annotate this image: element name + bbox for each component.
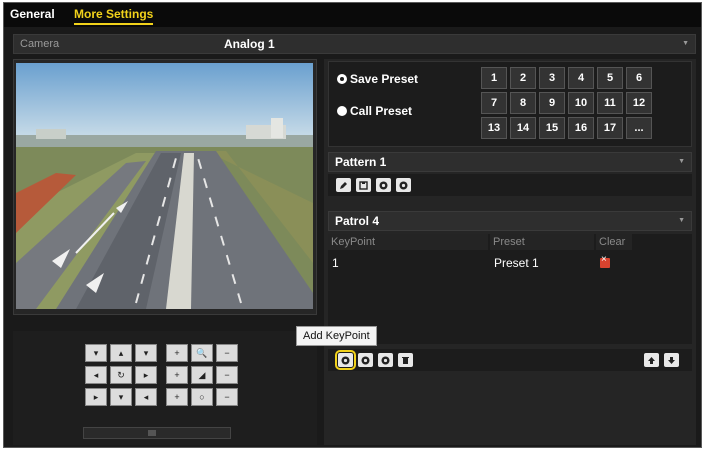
edit-icon bbox=[340, 181, 347, 189]
highway-scene-image bbox=[16, 63, 313, 309]
stop-icon bbox=[381, 356, 390, 364]
ptz-down-right-button[interactable]: ◂ bbox=[135, 388, 157, 406]
arrow-up-icon bbox=[648, 356, 655, 364]
preset-panel: Save Preset Call Preset 1 2 3 4 5 6 7 8 9 10 11 12 1… bbox=[328, 61, 692, 147]
zoom-out-button[interactable]: − bbox=[216, 344, 238, 362]
column-header-clear: Clear bbox=[596, 234, 632, 250]
preset-number-button[interactable]: 14 bbox=[510, 117, 536, 139]
save-icon bbox=[359, 180, 368, 190]
column-header-preset: Preset bbox=[490, 234, 594, 250]
preset-number-button[interactable]: 7 bbox=[481, 92, 507, 114]
keypoint-cell: 1 bbox=[332, 256, 339, 270]
preset-number-button[interactable]: 10 bbox=[568, 92, 594, 114]
ptz-auto-button[interactable]: ↻ bbox=[110, 366, 132, 384]
preset-number-button[interactable]: 9 bbox=[539, 92, 565, 114]
preset-number-button[interactable]: 16 bbox=[568, 117, 594, 139]
ptz-right-button[interactable]: ▸ bbox=[135, 366, 157, 384]
trash-icon bbox=[402, 356, 409, 364]
preset-number-button[interactable]: 3 bbox=[539, 67, 565, 89]
add-keypoint-button[interactable] bbox=[335, 350, 356, 370]
preset-cell: Preset 1 bbox=[494, 256, 539, 270]
ptz-up-button[interactable]: ▴ bbox=[110, 344, 132, 362]
zoom-icon-button[interactable]: 🔍 bbox=[191, 344, 213, 362]
patrol-toolbar bbox=[328, 349, 692, 371]
save-preset-radio[interactable]: Save Preset bbox=[337, 72, 418, 86]
column-header-keypoint: KeyPoint bbox=[328, 234, 488, 250]
move-up-button[interactable] bbox=[644, 353, 659, 367]
pattern-value: Pattern 1 bbox=[335, 155, 387, 169]
ptz-control-panel: ▾ ▴ ▾ + 🔍 − ◂ ↻ ▸ + ◢ − ▸ ▾ ◂ + ○ − bbox=[13, 331, 317, 445]
preset-number-button[interactable]: 12 bbox=[626, 92, 652, 114]
iris-out-button[interactable]: − bbox=[216, 388, 238, 406]
stop-patrol-button[interactable] bbox=[378, 353, 393, 367]
radio-selected-icon bbox=[337, 74, 347, 84]
ptz-down-button[interactable]: ▾ bbox=[110, 388, 132, 406]
preset-number-button[interactable]: 17 bbox=[597, 117, 623, 139]
edit-pattern-button[interactable] bbox=[336, 178, 351, 192]
preset-number-button[interactable]: 13 bbox=[481, 117, 507, 139]
focus-icon-button[interactable]: ◢ bbox=[191, 366, 213, 384]
focus-out-button[interactable]: − bbox=[216, 366, 238, 384]
iris-in-button[interactable]: + bbox=[166, 388, 188, 406]
camera-select[interactable]: Camera Analog 1 ▼ bbox=[13, 34, 696, 54]
chevron-down-icon: ▼ bbox=[682, 40, 689, 47]
ptz-down-left-button[interactable]: ▸ bbox=[85, 388, 107, 406]
preset-number-button[interactable]: 4 bbox=[568, 67, 594, 89]
camera-label: Camera bbox=[20, 38, 60, 50]
preset-number-button[interactable]: 1 bbox=[481, 67, 507, 89]
preset-number-button[interactable]: 8 bbox=[510, 92, 536, 114]
zoom-in-button[interactable]: + bbox=[166, 344, 188, 362]
add-keypoint-icon bbox=[341, 356, 350, 364]
ptz-settings-window: General More Settings Camera Analog 1 ▼ bbox=[3, 2, 702, 448]
stop-icon bbox=[399, 181, 408, 189]
patrol-keypoint-table: KeyPoint Preset Clear 1 Preset 1 bbox=[328, 234, 692, 344]
iris-icon-button[interactable]: ○ bbox=[191, 388, 213, 406]
camera-value: Analog 1 bbox=[224, 37, 275, 51]
preset-number-button[interactable]: 2 bbox=[510, 67, 536, 89]
delete-keypoint-icon[interactable] bbox=[600, 254, 610, 268]
ptz-up-left-button[interactable]: ▾ bbox=[85, 344, 107, 362]
patrol-select[interactable]: Patrol 4 ▼ bbox=[328, 211, 692, 231]
arrow-down-icon bbox=[668, 356, 675, 364]
pattern-toolbar bbox=[328, 174, 692, 196]
chevron-down-icon: ▼ bbox=[678, 158, 685, 165]
slider-thumb[interactable] bbox=[148, 430, 156, 436]
ptz-speed-slider[interactable] bbox=[83, 427, 231, 439]
preset-number-button[interactable]: 6 bbox=[626, 67, 652, 89]
play-pattern-button[interactable] bbox=[376, 178, 391, 192]
pattern-select[interactable]: Pattern 1 ▼ bbox=[328, 152, 692, 172]
call-preset-radio[interactable]: Call Preset bbox=[337, 104, 412, 118]
preset-number-button[interactable]: 15 bbox=[539, 117, 565, 139]
delete-patrol-button[interactable] bbox=[398, 353, 413, 367]
tab-bar: General More Settings bbox=[4, 3, 701, 27]
ptz-up-right-button[interactable]: ▾ bbox=[135, 344, 157, 362]
tooltip: Add KeyPoint bbox=[296, 326, 377, 346]
ptz-left-button[interactable]: ◂ bbox=[85, 366, 107, 384]
play-icon bbox=[379, 181, 388, 189]
play-patrol-button[interactable] bbox=[358, 353, 373, 367]
call-preset-label: Call Preset bbox=[350, 104, 413, 118]
chevron-down-icon: ▼ bbox=[678, 217, 685, 224]
save-preset-label: Save Preset bbox=[350, 72, 419, 86]
preset-number-button[interactable]: 5 bbox=[597, 67, 623, 89]
tab-general[interactable]: General bbox=[10, 7, 55, 21]
play-icon bbox=[361, 356, 370, 364]
move-down-button[interactable] bbox=[664, 353, 679, 367]
patrol-value: Patrol 4 bbox=[335, 214, 380, 228]
focus-in-button[interactable]: + bbox=[166, 366, 188, 384]
preset-number-button[interactable]: ... bbox=[626, 117, 652, 139]
stop-pattern-button[interactable] bbox=[396, 178, 411, 192]
preset-number-button[interactable]: 11 bbox=[597, 92, 623, 114]
tab-more-settings[interactable]: More Settings bbox=[74, 7, 154, 25]
live-video-preview[interactable] bbox=[16, 63, 313, 309]
radio-unselected-icon bbox=[337, 106, 347, 116]
right-panel: Save Preset Call Preset 1 2 3 4 5 6 7 8 9 10 11 12 1… bbox=[324, 59, 696, 445]
save-pattern-button[interactable] bbox=[356, 178, 371, 192]
